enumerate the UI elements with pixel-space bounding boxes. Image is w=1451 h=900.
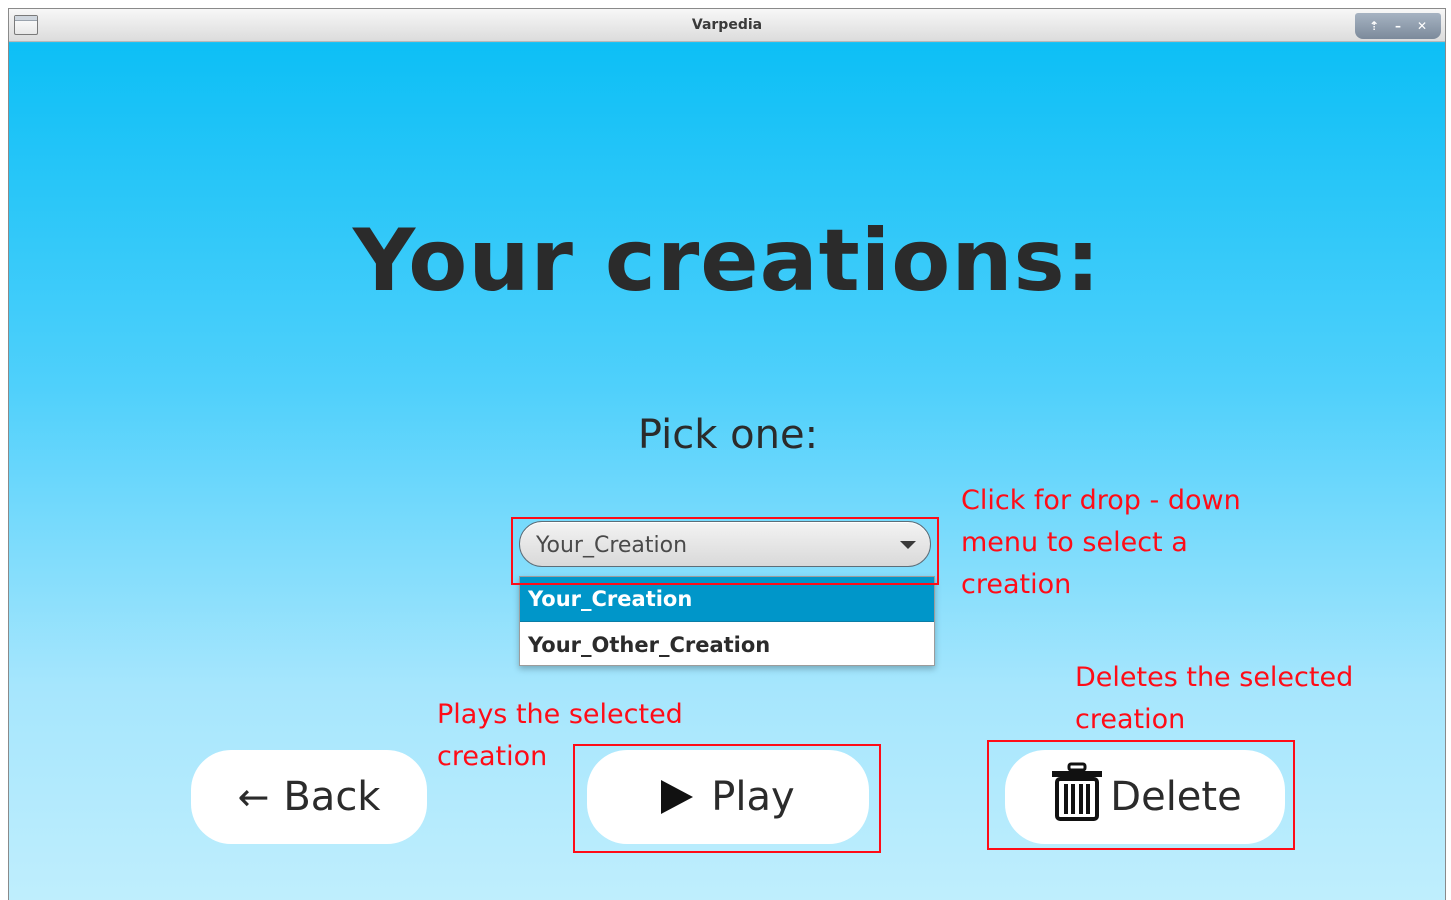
pick-one-label: Pick one: (9, 415, 1447, 455)
main-content: Your creations: Pick one: Your_Creation … (9, 43, 1445, 900)
back-button-label: Back (283, 774, 381, 820)
pick-one-text: Pick one: (637, 412, 819, 458)
app-window: Varpedia ⇡ – ✕ Your creations: Pick one:… (8, 8, 1446, 900)
title-bar[interactable]: Varpedia ⇡ – ✕ (9, 9, 1445, 42)
delete-annotation: Deletes the selected creation (1075, 662, 1354, 735)
page-title: Your creations: (352, 211, 1102, 311)
play-annotation: Plays the selected creation (437, 699, 683, 772)
close-icon[interactable]: ✕ (1417, 20, 1427, 32)
window-title: Varpedia (691, 17, 763, 33)
window-controls: ⇡ – ✕ (1355, 13, 1441, 39)
back-arrow-icon: ← (237, 775, 270, 819)
maximize-icon[interactable]: ⇡ (1369, 20, 1379, 32)
minimize-icon[interactable]: – (1395, 20, 1401, 32)
dropdown-highlight-box (511, 517, 939, 585)
dropdown-option-your-other-creation[interactable]: Your_Other_Creation (520, 622, 934, 667)
back-button[interactable]: ← Back (191, 750, 427, 844)
dropdown-annotation: Click for drop - down menu to select a c… (961, 485, 1241, 600)
creation-dropdown-list: Your_Creation Your_Other_Creation (519, 576, 935, 666)
delete-highlight-box (987, 740, 1295, 850)
